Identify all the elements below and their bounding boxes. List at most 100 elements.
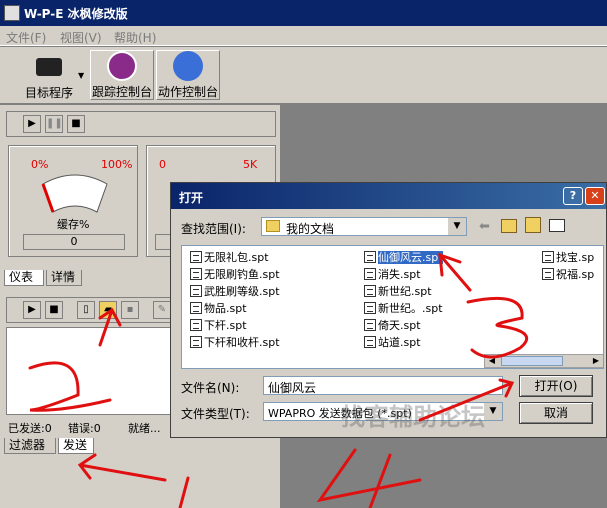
file-name: 物品.spt <box>204 302 247 315</box>
view-menu-icon[interactable] <box>549 219 565 232</box>
play-button[interactable]: ▶ <box>23 115 41 133</box>
filename-label: 文件名(N): <box>181 381 240 395</box>
file-item[interactable]: 站道.spt <box>364 335 421 350</box>
menu-file[interactable]: 文件(F) <box>6 29 46 46</box>
gauge-dial <box>41 174 108 213</box>
pause-button[interactable]: ❚❚ <box>45 115 63 133</box>
file-item[interactable]: 武胜刷等级.spt <box>190 284 280 299</box>
file-name: 下杆.spt <box>204 319 247 332</box>
action-console-label: 动作控制台 <box>157 85 218 99</box>
file-name: 祝福.sp <box>556 268 595 281</box>
scroll-right-icon[interactable]: ▶ <box>589 355 603 367</box>
file-list[interactable]: ◀ ▶ 无限礼包.spt 无限刷钓鱼.spt 武胜刷等级.spt 物品.spt 下杆.s… <box>181 245 604 369</box>
file-name: 无限刷钓鱼.spt <box>204 268 280 281</box>
file-item[interactable]: 物品.spt <box>190 301 247 316</box>
gauge-min: 0% <box>31 158 49 171</box>
gauge-max: 5K <box>243 158 258 171</box>
filename-value: 仙御风云 <box>268 381 317 395</box>
file-item[interactable]: 下杆.spt <box>190 318 247 333</box>
tab-send[interactable]: 发送 <box>58 438 94 454</box>
app-titlebar[interactable]: W-P-E 冰枫修改版 <box>0 0 607 26</box>
tab-details[interactable]: 详情 <box>46 270 82 286</box>
tab-gauge[interactable]: 仪表 <box>4 270 44 286</box>
action-console-button[interactable]: 动作控制台 <box>156 50 220 100</box>
dropdown-arrow-icon[interactable]: ▼ <box>78 71 84 80</box>
open-folder-icon[interactable]: ▰ <box>99 301 117 319</box>
target-program-button[interactable]: 目标程序 <box>10 50 88 100</box>
new-folder-icon[interactable] <box>525 217 541 233</box>
filename-input[interactable]: 仙御风云 <box>263 376 503 395</box>
up-folder-icon[interactable] <box>501 219 517 233</box>
new-file-icon[interactable]: ▯ <box>77 301 95 319</box>
scroll-thumb[interactable] <box>501 356 563 366</box>
file-name: 站道.spt <box>378 336 421 349</box>
play-button[interactable]: ▶ <box>23 301 41 319</box>
script-file-icon <box>190 251 202 263</box>
chevron-down-icon[interactable]: ▼ <box>484 403 502 420</box>
cancel-button[interactable]: 取消 <box>519 402 593 424</box>
file-item[interactable]: 仙御风云.spt <box>364 250 443 265</box>
open-button[interactable]: 打开(O) <box>519 375 593 397</box>
file-name: 消失.spt <box>378 268 421 281</box>
menu-view[interactable]: 视图(V) <box>60 29 102 46</box>
file-name: 新世纪.spt <box>378 285 432 298</box>
tab-filter[interactable]: 过滤器 <box>4 438 56 454</box>
script-file-icon <box>364 302 376 314</box>
file-item[interactable]: 无限礼包.spt <box>190 250 269 265</box>
script-file-icon <box>190 285 202 297</box>
back-icon[interactable]: ⬅ <box>479 219 490 234</box>
magnifier-icon <box>107 51 137 81</box>
dialog-title: 打开 <box>179 191 204 205</box>
file-item[interactable]: 无限刷钓鱼.spt <box>190 267 280 282</box>
help-button[interactable]: ? <box>563 187 583 205</box>
script-file-icon <box>364 285 376 297</box>
save-icon[interactable]: ▪ <box>121 301 139 319</box>
app-icon <box>4 5 20 21</box>
gauge-max: 100% <box>101 158 133 171</box>
file-name: 下杆和收杆.spt <box>204 336 280 349</box>
chevron-down-icon[interactable]: ▼ <box>448 218 466 235</box>
file-item[interactable]: 倚天.spt <box>364 318 421 333</box>
status-text: 就绪... <box>128 422 161 435</box>
file-item[interactable]: 新世纪。.spt <box>364 301 443 316</box>
script-file-icon <box>190 302 202 314</box>
chip-icon <box>36 58 62 76</box>
file-name: 找宝.sp <box>556 251 595 264</box>
script-file-icon <box>190 268 202 280</box>
target-pencil-icon <box>173 51 203 81</box>
file-name: 无限礼包.spt <box>204 251 269 264</box>
target-program-label: 目标程序 <box>24 86 73 100</box>
file-item[interactable]: 消失.spt <box>364 267 421 282</box>
buffer-gauge: 0% 100% 缓存% 0 <box>8 145 138 257</box>
error-count: 错误:0 <box>68 422 101 435</box>
main-toolbar: 目标程序 ▼ 跟踪控制台 动作控制台 <box>0 47 607 104</box>
gauge-value: 0 <box>23 234 125 250</box>
script-file-icon <box>364 319 376 331</box>
file-item[interactable]: 下杆和收杆.spt <box>190 335 280 350</box>
file-name: 倚天.spt <box>378 319 421 332</box>
script-file-icon <box>542 268 554 280</box>
stop-button[interactable]: ■ <box>45 301 63 319</box>
menu-bar: 文件(F) 视图(V) 帮助(H) <box>0 26 607 46</box>
close-button[interactable]: ✕ <box>585 187 605 205</box>
script-file-icon <box>364 336 376 348</box>
scroll-left-icon[interactable]: ◀ <box>485 355 499 367</box>
lookin-combo[interactable]: 我的文档 ▼ <box>261 217 467 236</box>
dialog-titlebar[interactable]: 打开 ? ✕ <box>171 183 606 209</box>
file-item[interactable]: 新世纪.spt <box>364 284 432 299</box>
file-name: 仙御风云.spt <box>378 251 443 264</box>
file-item[interactable]: 祝福.sp <box>542 267 594 282</box>
script-file-icon <box>542 251 554 263</box>
sent-count: 已发送:0 <box>8 422 52 435</box>
trace-console-button[interactable]: 跟踪控制台 <box>90 50 154 100</box>
open-dialog: 打开 ? ✕ 查找范围(I): 我的文档 ▼ ⬅ ◀ ▶ 无限礼包.spt 无限刷… <box>170 182 607 438</box>
watermark: 找客辅助论坛 <box>341 403 485 431</box>
stop-button[interactable]: ■ <box>67 115 85 133</box>
script-file-icon <box>190 319 202 331</box>
edit-pencil-icon[interactable]: ✎ <box>153 301 171 319</box>
horizontal-scrollbar[interactable]: ◀ ▶ <box>484 354 603 368</box>
menu-help[interactable]: 帮助(H) <box>114 29 156 46</box>
file-item[interactable]: 找宝.sp <box>542 250 594 265</box>
file-name: 新世纪。.spt <box>378 302 443 315</box>
trace-controls: ▶ ❚❚ ■ <box>6 111 276 137</box>
